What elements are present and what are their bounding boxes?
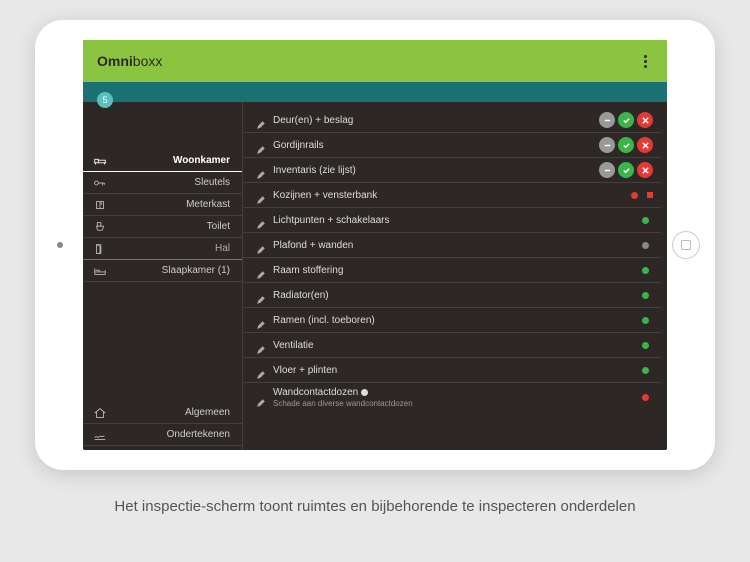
item-label: Ramen (incl. toeboren) xyxy=(273,315,634,326)
inspection-item[interactable]: Ventilatie xyxy=(243,333,661,358)
bad-button[interactable] xyxy=(637,137,653,153)
title-boxx: boxx xyxy=(133,53,163,69)
sidebar-item-label: Meterkast xyxy=(117,199,230,210)
tablet-camera xyxy=(57,242,63,248)
status-dot xyxy=(642,292,649,299)
edit-icon[interactable] xyxy=(257,241,265,249)
sidebar-item-label: Toilet xyxy=(117,221,230,232)
status-dot xyxy=(642,367,649,374)
sidebar: Woonkamer Sleutels Meterkast Toilet Hal Slaap… xyxy=(83,102,243,450)
app-header: Omniboxx xyxy=(83,40,667,82)
inspection-item[interactable]: Raam stoffering xyxy=(243,258,661,283)
item-sublabel: Schade aan diverse wandcontactdozen xyxy=(273,399,634,408)
inspection-item[interactable]: Lichtpunten + schakelaars xyxy=(243,208,661,233)
sub-bar: 5 xyxy=(83,82,667,102)
bad-button[interactable] xyxy=(637,162,653,178)
sidebar-item-slaapkamer1[interactable]: Slaapkamer (1) xyxy=(83,260,242,282)
edit-icon[interactable] xyxy=(257,141,265,149)
sidebar-item-meterkast[interactable]: Meterkast xyxy=(83,194,242,216)
sidebar-item-toilet[interactable]: Toilet xyxy=(83,216,242,238)
bullet-icon xyxy=(361,389,368,396)
inspection-item[interactable]: Vloer + plinten xyxy=(243,358,661,383)
status-dot xyxy=(642,217,649,224)
inspection-item[interactable]: Wandcontactdozen Schade aan diverse wand… xyxy=(243,383,661,412)
status-dot xyxy=(642,242,649,249)
item-label: Ventilatie xyxy=(273,340,634,351)
inspection-item[interactable]: Plafond + wanden xyxy=(243,233,661,258)
home-button[interactable] xyxy=(672,231,700,259)
app-title: Omniboxx xyxy=(97,53,162,69)
content-area: Woonkamer Sleutels Meterkast Toilet Hal Slaap… xyxy=(83,102,667,450)
edit-icon[interactable] xyxy=(257,166,265,174)
item-label: Plafond + wanden xyxy=(273,240,634,251)
sidebar-item-hal[interactable]: Hal xyxy=(83,238,242,260)
ok-button[interactable] xyxy=(618,112,634,128)
sidebar-item-woonkamer[interactable]: Woonkamer xyxy=(83,150,242,172)
status-dot xyxy=(642,394,649,401)
caption: Het inspectie-scherm toont ruimtes en bi… xyxy=(114,498,635,515)
bad-button[interactable] xyxy=(637,112,653,128)
item-label: Kozijnen + vensterbank xyxy=(273,190,623,201)
ok-button[interactable] xyxy=(618,137,634,153)
app-screen: Omniboxx 5 Woonkamer Sleutels Meterkast Toi… xyxy=(83,40,667,450)
edit-icon[interactable] xyxy=(257,291,265,299)
sidebar-item-label: Algemeen xyxy=(117,407,230,418)
sidebar-item-label: Ondertekenen xyxy=(117,429,230,440)
edit-icon[interactable] xyxy=(257,266,265,274)
overflow-menu-icon[interactable] xyxy=(637,55,653,68)
item-label: Lichtpunten + schakelaars xyxy=(273,215,634,226)
edit-icon[interactable] xyxy=(257,116,265,124)
item-label: Gordijnrails xyxy=(273,140,591,151)
item-label: Raam stoffering xyxy=(273,265,634,276)
sidebar-item-label: Hal xyxy=(117,243,230,254)
sidebar-item-algemeen[interactable]: Algemeen xyxy=(83,402,242,424)
tablet-frame: Omniboxx 5 Woonkamer Sleutels Meterkast Toi… xyxy=(35,20,715,470)
inspection-item[interactable]: Kozijnen + vensterbank xyxy=(243,183,661,208)
inspection-item[interactable]: Gordijnrails xyxy=(243,133,661,158)
status-dot-red xyxy=(631,192,638,199)
item-label: Vloer + plinten xyxy=(273,365,634,376)
edit-icon[interactable] xyxy=(257,191,265,199)
item-label: Inventaris (zie lijst) xyxy=(273,165,591,176)
inspection-item[interactable]: Ramen (incl. toeboren) xyxy=(243,308,661,333)
sidebar-item-sleutels[interactable]: Sleutels xyxy=(83,172,242,194)
edit-icon[interactable] xyxy=(257,341,265,349)
edit-icon[interactable] xyxy=(257,216,265,224)
sidebar-item-label: Slaapkamer (1) xyxy=(117,265,230,276)
inspection-item[interactable]: Deur(en) + beslag xyxy=(243,108,661,133)
status-dot xyxy=(642,317,649,324)
ok-button[interactable] xyxy=(618,162,634,178)
skip-button[interactable] xyxy=(599,162,615,178)
title-omni: Omni xyxy=(97,53,133,69)
item-label: Deur(en) + beslag xyxy=(273,115,591,126)
skip-button[interactable] xyxy=(599,137,615,153)
flag-icon xyxy=(647,192,653,198)
inspection-item[interactable]: Inventaris (zie lijst) xyxy=(243,158,661,183)
inspection-list: Deur(en) + beslag Gordijnrails Inventari… xyxy=(243,102,667,450)
edit-icon[interactable] xyxy=(257,316,265,324)
inspection-item[interactable]: Radiator(en) xyxy=(243,283,661,308)
sidebar-item-label: Sleutels xyxy=(117,177,230,188)
item-label: Wandcontactdozen xyxy=(273,387,634,398)
edit-icon[interactable] xyxy=(257,366,265,374)
skip-button[interactable] xyxy=(599,112,615,128)
count-badge[interactable]: 5 xyxy=(97,92,113,108)
sidebar-item-ondertekenen[interactable]: Ondertekenen xyxy=(83,424,242,446)
item-label: Radiator(en) xyxy=(273,290,634,301)
status-dot xyxy=(642,267,649,274)
edit-icon[interactable] xyxy=(257,394,265,402)
sidebar-item-label: Woonkamer xyxy=(117,155,230,166)
status-dot xyxy=(642,342,649,349)
